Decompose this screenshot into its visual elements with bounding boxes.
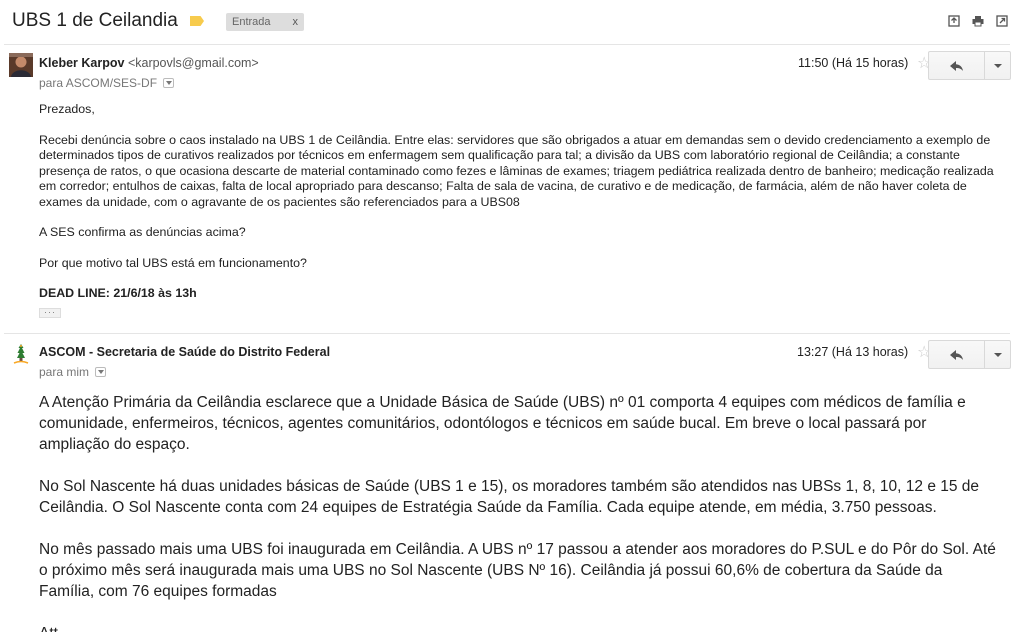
question-2: Por que motivo tal UBS está em funcionam… — [39, 255, 307, 270]
message-body: Prezados, Recebi denúncia sobre o caos i… — [39, 102, 999, 302]
reply-button[interactable] — [928, 340, 985, 369]
avatar — [9, 53, 33, 77]
more-options-button[interactable] — [985, 340, 1011, 369]
body-paragraph: Recebi denúncia sobre o caos instalado n… — [39, 132, 994, 209]
sender-email: <karpovls@gmail.com> — [127, 56, 259, 70]
details-dropdown-icon[interactable] — [163, 78, 175, 88]
recipient-text: para mim — [39, 365, 90, 379]
message-1: Kleber Karpov <karpovls@gmail.com> para … — [0, 45, 1022, 332]
reply-icon — [949, 349, 963, 360]
deadline: DEAD LINE: 21/6/18 às 13h — [39, 286, 197, 300]
thread-header: UBS 1 de Ceilandia Entrada x — [0, 0, 1022, 44]
closing: Att, — [39, 623, 999, 632]
question-1: A SES confirma as denúncias acima? — [39, 225, 246, 239]
print-icon[interactable] — [972, 15, 984, 27]
body-paragraph: No mês passado mais uma UBS foi inaugura… — [39, 541, 996, 600]
more-options-button[interactable] — [985, 51, 1011, 80]
avatar — [9, 342, 33, 366]
message-body: A Atenção Primária da Ceilândia esclarec… — [39, 392, 999, 632]
new-window-icon[interactable] — [996, 15, 1008, 27]
details-dropdown-icon[interactable] — [95, 367, 107, 377]
label-tag-icon[interactable] — [190, 16, 204, 26]
message-2: ASCOM - Secretaria de Saúde do Distrito … — [0, 334, 1022, 632]
archive-icon[interactable] — [948, 15, 960, 27]
reply-button[interactable] — [928, 51, 985, 80]
body-paragraph: No Sol Nascente há duas unidades básicas… — [39, 478, 980, 516]
inbox-label-chip[interactable]: Entrada x — [226, 13, 305, 31]
recipient-line: para mim — [39, 365, 107, 379]
recipient-line: para ASCOM/SES-DF — [39, 76, 175, 90]
message-time: 11:50 (Há 15 horas) — [798, 56, 909, 70]
reply-controls — [928, 340, 1011, 369]
message-time: 13:27 (Há 13 horas) — [797, 345, 909, 359]
thread-subject: UBS 1 de Ceilandia — [12, 10, 178, 31]
greeting: Prezados, — [39, 102, 95, 116]
sender: Kleber Karpov <karpovls@gmail.com> — [39, 56, 259, 70]
remove-label-button[interactable]: x — [293, 13, 299, 31]
sender-name[interactable]: Kleber Karpov — [39, 56, 124, 70]
sender-name[interactable]: ASCOM - Secretaria de Saúde do Distrito … — [39, 345, 330, 359]
reply-icon — [949, 60, 963, 71]
recipient-text: para ASCOM/SES-DF — [39, 76, 158, 90]
show-trimmed-content-button[interactable]: ··· — [39, 308, 61, 318]
reply-controls — [928, 51, 1011, 80]
sender: ASCOM - Secretaria de Saúde do Distrito … — [39, 345, 330, 359]
inbox-label-text: Entrada — [232, 16, 271, 28]
body-paragraph: A Atenção Primária da Ceilândia esclarec… — [39, 394, 966, 453]
